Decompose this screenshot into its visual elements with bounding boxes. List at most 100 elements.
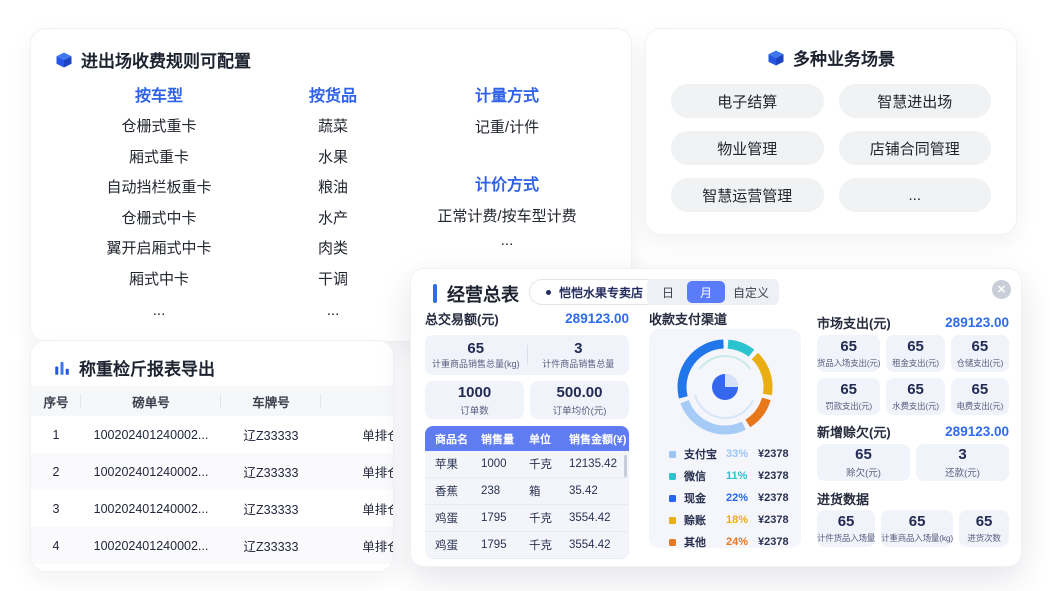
kpi-orders-label: 订单数 (460, 403, 489, 417)
kpi-avg-price-box: 500.00 订单均价(元) (530, 381, 629, 419)
panel-charging-rules-title: 进出场收费规则可配置 (81, 47, 251, 72)
col-unit: 单位 (529, 431, 569, 447)
cell-unit: 箱 (529, 483, 569, 499)
col-product: 商品名 (425, 431, 481, 447)
panel-scenarios-header: 多种业务场景 (646, 45, 1016, 70)
tab-day[interactable]: 日 (649, 281, 687, 303)
product-table-body: 苹果 1000 千克 12135.42 香蕉 238 箱 35.42 鸡蛋 17… (425, 451, 629, 559)
box-label: 计件货品入场量 (817, 532, 875, 544)
credit-row: 新增赊欠(元) 289123.00 (817, 422, 1009, 441)
credit-value: 289123.00 (945, 424, 1009, 439)
store-selector[interactable]: 恺恺水果专卖店 (529, 279, 660, 305)
legend-swatch (669, 539, 676, 546)
cell-amount: 35.42 (569, 485, 629, 497)
credit-box: 65 赊欠(元) (817, 444, 910, 481)
market-expense-row: 市场支出(元) 289123.00 (817, 313, 1009, 332)
product-sales-table: 商品名 销售量 单位 销售金额(¥) 苹果 1000 千克 12135.42 香… (425, 426, 629, 559)
legend-pct: 24% (726, 536, 758, 548)
payment-chart-card: 支付宝 33% ¥2378 微信 11% ¥2378 现金 22% ¥2378 (649, 329, 801, 548)
box-value: 65 (855, 446, 872, 463)
period-tabs: 日 月 自定义 (647, 279, 779, 305)
cell-qty: 238 (481, 485, 529, 497)
vehicle-item: 自动挡栏板重卡 (59, 173, 259, 204)
cell-amount: 12135.42 (569, 458, 629, 470)
cell-plate: 辽Z33333 (221, 490, 321, 527)
purchase-row: 进货数据 (817, 489, 1009, 508)
close-icon[interactable]: ✕ (992, 280, 1011, 299)
box-label: 仓储支出(元) (956, 357, 1003, 369)
box-value: 65 (909, 513, 926, 530)
legend-row: 支付宝 33% ¥2378 (669, 443, 789, 465)
purchase-box: 65 计件货品入场量 (817, 510, 875, 547)
cell-plate: 辽Z33333 (221, 527, 321, 564)
scenario-pills: 电子结算 智慧进出场 物业管理 店铺合同管理 智慧运营管理 ... (671, 84, 991, 212)
measure-value: 记重/计件 (397, 113, 617, 144)
purchase-box: 65 进货次数 (959, 510, 1009, 547)
scenario-pill-contract[interactable]: 店铺合同管理 (839, 131, 992, 165)
scenario-pill-property[interactable]: 物业管理 (671, 131, 824, 165)
scrollbar[interactable] (624, 455, 627, 477)
vehicle-item: 厢式重卡 (59, 143, 259, 174)
panel-weighing-report-header: 称重检斤报表导出 (53, 355, 215, 380)
payment-legend: 支付宝 33% ¥2378 微信 11% ¥2378 现金 22% ¥2378 (669, 443, 789, 553)
scenario-pill-smart-gate[interactable]: 智慧进出场 (839, 84, 992, 118)
rules-column-goods: 按货品 蔬菜 水果 粮油 水产 肉类 干调 ... (253, 82, 413, 326)
expense-box: 65 租金支出(元) (886, 335, 944, 372)
cell-ticket: 100202401240002... (81, 453, 221, 490)
legend-name: 赊账 (684, 512, 726, 528)
vehicle-item: 厢式中卡 (59, 265, 259, 296)
box-value: 65 (840, 381, 857, 398)
cell-plate: 辽Z33333 (221, 416, 321, 453)
cell-qty: 1795 (481, 539, 529, 551)
weighing-table: 序号 磅单号 车牌号 车型 1 100202401240002... 辽Z333… (31, 386, 394, 564)
legend-name: 支付宝 (684, 446, 726, 462)
cell-qty: 1795 (481, 512, 529, 524)
tab-month[interactable]: 月 (687, 281, 725, 303)
kpi-weighed-label: 计重商品销售总量(kg) (432, 357, 520, 370)
cube-icon (767, 49, 785, 67)
vehicle-item: 仓栅式中卡 (59, 204, 259, 235)
box-label: 租金支出(元) (892, 357, 939, 369)
cell-ticket: 100202401240002... (81, 416, 221, 453)
vehicle-header: 按车型 (59, 82, 259, 112)
box-value: 65 (907, 338, 924, 355)
kpi-counted-label: 计件商品销售总量 (542, 357, 614, 370)
expense-box: 65 货品入场支出(元) (817, 335, 880, 372)
payment-channel-row: 收款支付渠道 (649, 309, 801, 328)
box-value: 65 (840, 338, 857, 355)
cell-product: 鸡蛋 (425, 537, 481, 553)
box-value: 65 (907, 381, 924, 398)
purchase-grid: 65 计件货品入场量 65 计重商品入场量(kg) 65 进货次数 (817, 510, 1009, 547)
legend-value: ¥2378 (758, 514, 789, 526)
panel-weighing-report-title: 称重检斤报表导出 (79, 355, 215, 380)
legend-row: 赊账 18% ¥2378 (669, 509, 789, 531)
table-row: 3 100202401240002... 辽Z33333 单排仓栅式重卡 (31, 490, 394, 527)
box-label: 计重商品入场量(kg) (881, 532, 953, 544)
legend-swatch (669, 495, 676, 502)
box-value: 65 (972, 338, 989, 355)
legend-value: ¥2378 (758, 536, 789, 548)
col-ticket: 磅单号 (81, 386, 221, 416)
scenario-pill-operation[interactable]: 智慧运营管理 (671, 178, 824, 212)
scenario-pill-more[interactable]: ... (839, 178, 992, 212)
cell-vehicle-type: 单排仓栅式重卡 (321, 527, 394, 564)
cell-vehicle-type: 单排仓栅式重卡 (321, 416, 394, 453)
legend-name: 微信 (684, 468, 726, 484)
goods-item: 粮油 (253, 173, 413, 204)
box-value: 65 (972, 381, 989, 398)
box-label: 罚款支出(元) (825, 400, 872, 412)
scenario-pill-settlement[interactable]: 电子结算 (671, 84, 824, 118)
purchase-label: 进货数据 (817, 489, 869, 508)
legend-pct: 11% (726, 470, 758, 482)
kpi-counted-value: 3 (574, 340, 582, 357)
market-expense-label: 市场支出(元) (817, 313, 891, 332)
legend-name: 现金 (684, 490, 726, 506)
panel-charging-rules-header: 进出场收费规则可配置 (55, 47, 251, 72)
bar-chart-icon (53, 359, 71, 377)
legend-pct: 18% (726, 514, 758, 526)
tab-custom[interactable]: 自定义 (725, 281, 777, 303)
legend-swatch (669, 451, 676, 458)
goods-item: 水产 (253, 204, 413, 235)
legend-pct: 33% (726, 448, 758, 460)
cell-ticket: 100202401240002... (81, 490, 221, 527)
